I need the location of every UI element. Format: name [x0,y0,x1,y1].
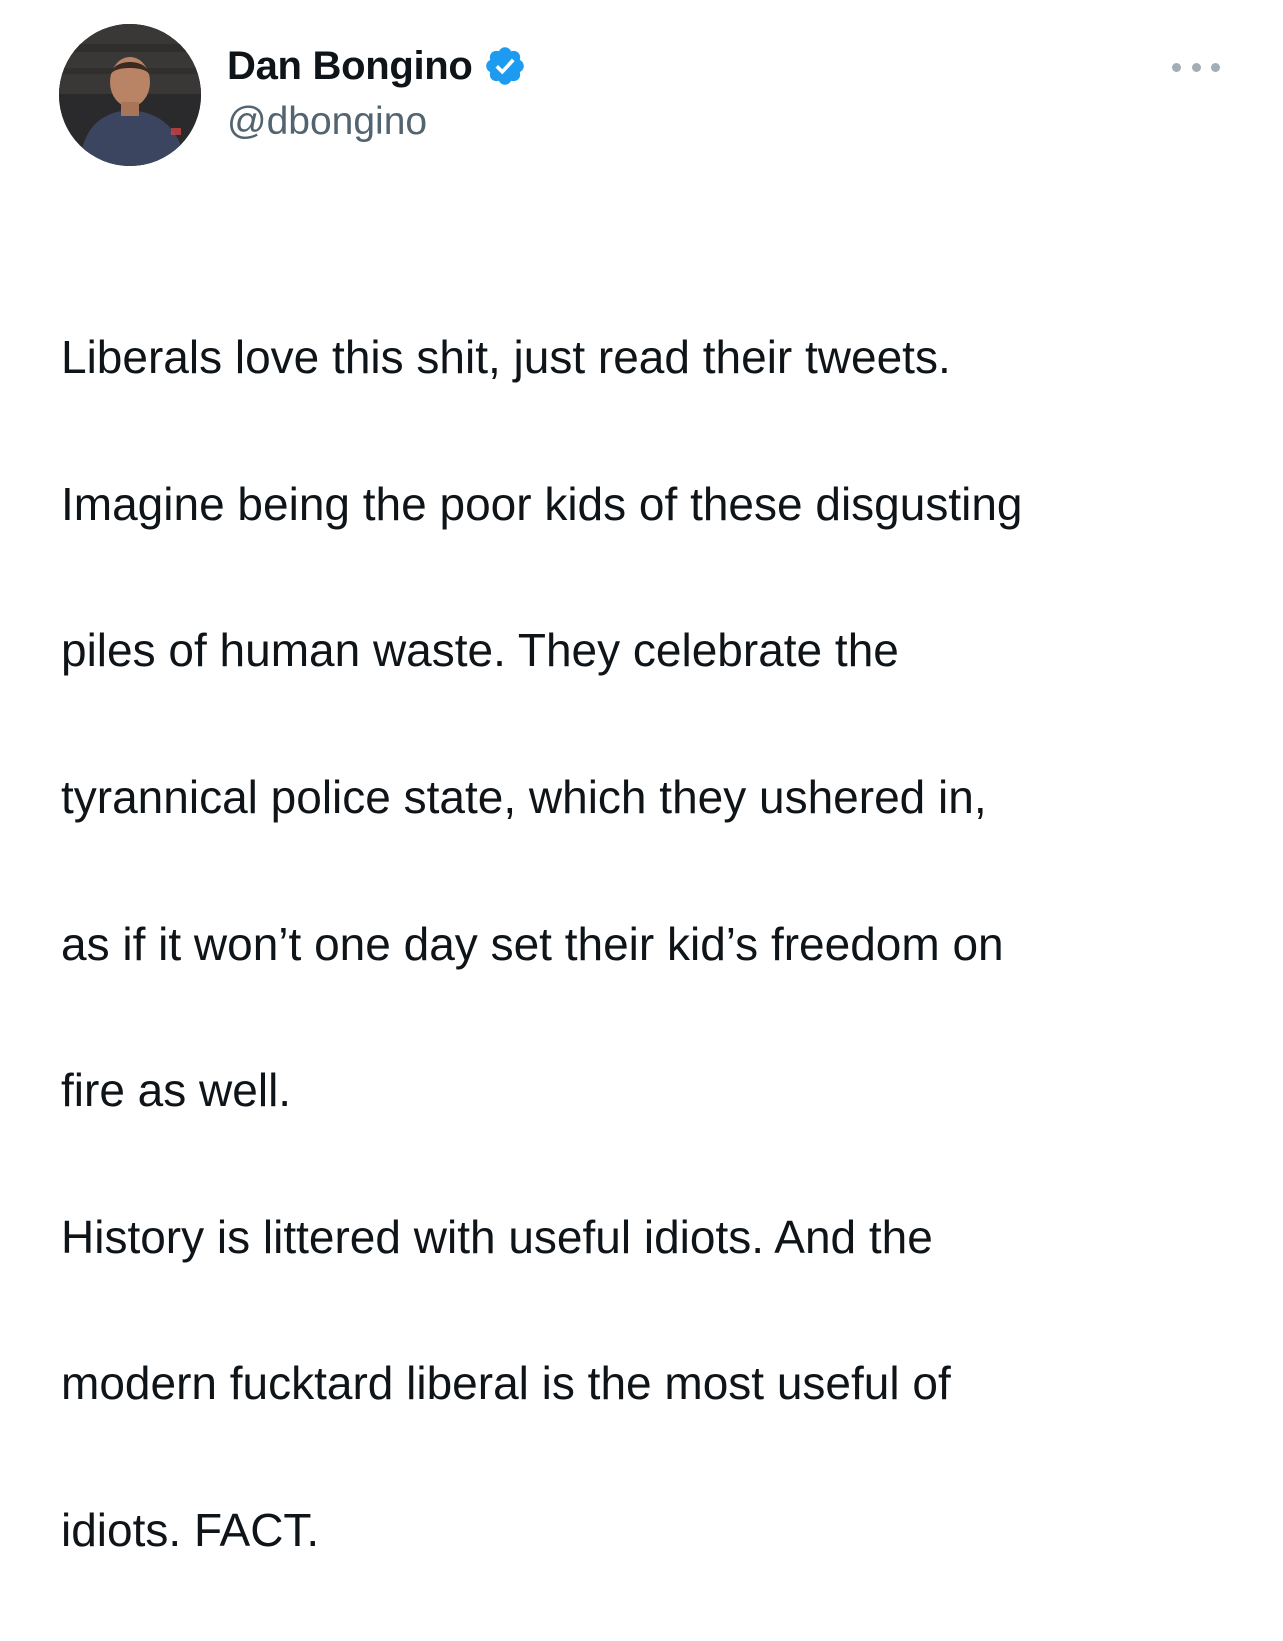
author-avatar[interactable] [59,24,201,166]
verified-badge-icon[interactable] [483,44,527,88]
author-handle[interactable]: @dbongino [227,100,527,144]
tweet-text-line: Liberals love this shit, just read their… [61,331,951,384]
more-dot [1191,62,1201,72]
more-dot [1211,62,1220,72]
more-dot [1172,62,1181,72]
author-display-name[interactable]: Dan Bongino [227,44,473,89]
tweet-text-line: Imagine being the poor kids of these dis… [61,477,1023,530]
author-identity: Dan Bongino @dbongino [227,38,527,144]
tweet-text-line: History is littered with useful idiots. … [61,1210,933,1263]
tweet-text-line: idiots. FACT. [61,1504,320,1557]
tweet-text: Liberals love this shit, just read their… [61,248,1261,1641]
tweet-text-line: piles of human waste. They celebrate the [61,624,899,677]
tweet-card: Dan Bongino @dbongino Liberals love this… [0,0,1283,1556]
tweet-text-line: fire as well. [61,1064,292,1117]
more-options-icon[interactable] [1172,58,1220,76]
avatar-photo-icon [59,24,201,166]
tweet-text-line: tyrannical police state, which they ushe… [61,771,987,824]
tweet-text-line: as if it won’t one day set their kid’s f… [61,917,1004,970]
tweet-text-line: modern fucktard liberal is the most usef… [61,1357,951,1410]
author-name-row: Dan Bongino [227,38,527,94]
